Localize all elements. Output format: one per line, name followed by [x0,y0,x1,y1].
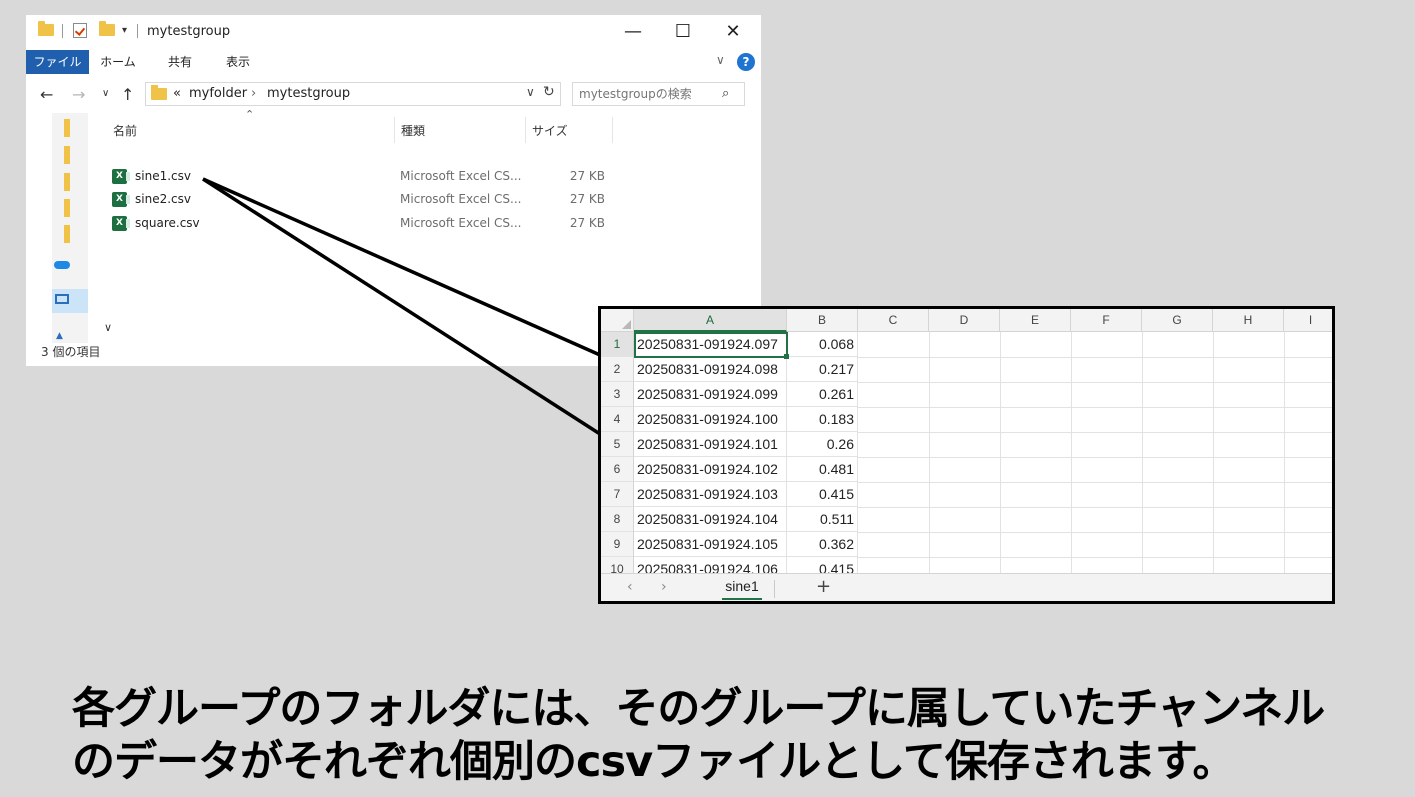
caption-line-1: 各グループのフォルダには、そのグループに属していたチャンネル [72,684,1325,734]
sheet-tab-bar: ‹ › sine1 + [601,573,1332,601]
caption: 各グループのフォルダには、そのグループに属していたチャンネル のデータがそれぞれ… [72,683,1402,789]
caption-line-2: のデータがそれぞれ個別のcsvファイルとして保存されます。 [72,737,1236,787]
spreadsheet-preview: A B C D E F G H I 1 2 3 4 5 6 7 8 9 10 2… [598,306,1335,604]
chevron-right-icon[interactable]: › [661,579,667,595]
active-cell-highlight [634,332,788,358]
fill-handle[interactable] [784,354,789,359]
callout-line-bottom [202,177,601,436]
add-sheet-icon[interactable]: + [816,576,831,597]
chevron-left-icon[interactable]: ‹ [627,579,633,595]
callout-line-top [202,177,601,357]
sheet-tab-sine1[interactable]: sine1 [720,578,764,594]
